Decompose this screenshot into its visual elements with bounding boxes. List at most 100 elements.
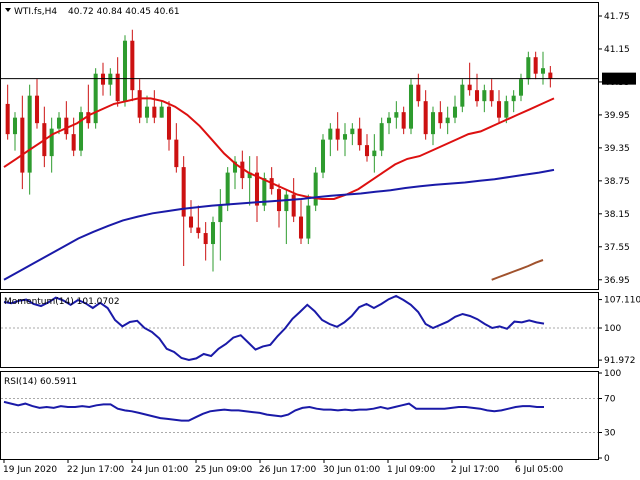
momentum-tick-label: 100 xyxy=(604,324,621,334)
candle-body xyxy=(423,101,428,135)
candle-body xyxy=(284,194,289,212)
candle-body xyxy=(100,73,106,85)
candle-body xyxy=(210,222,216,245)
price-tick-label: 38.75 xyxy=(604,177,630,187)
main-panel-frame xyxy=(0,2,599,290)
price-axis: 41.7541.1540.5539.9539.3538.7538.1537.55… xyxy=(598,12,630,286)
candle-body xyxy=(306,205,311,239)
candle-body xyxy=(372,150,377,157)
candle-body xyxy=(350,128,355,135)
time-tick-label: 19 Jun 2020 xyxy=(3,465,57,475)
candle-body xyxy=(152,106,157,118)
time-tick-label: 30 Jun 01:00 xyxy=(323,465,380,475)
candle-body xyxy=(342,134,348,140)
candle-body xyxy=(401,112,406,129)
candle-body xyxy=(526,57,531,80)
candle-body xyxy=(188,216,194,228)
candle-body xyxy=(34,95,40,124)
candle-body xyxy=(430,112,436,135)
time-tick-label: 2 Jul 17:00 xyxy=(451,465,500,475)
candle-body xyxy=(218,205,223,223)
rsi-tick-label: 70 xyxy=(604,395,616,405)
price-tick-label: 39.35 xyxy=(604,144,630,154)
price-tick-label: 41.15 xyxy=(604,45,630,55)
candle-body xyxy=(159,106,164,118)
candle-body xyxy=(20,117,25,173)
candle-body xyxy=(438,112,443,124)
candle-body xyxy=(328,128,333,140)
trading-chart: 41.7541.1540.5539.9539.3538.7538.1537.55… xyxy=(0,2,640,475)
candle-body xyxy=(203,233,208,245)
time-tick-label: 1 Jul 09:00 xyxy=(387,465,436,475)
candle-body xyxy=(320,139,326,173)
rsi-tick-label: 0 xyxy=(604,454,610,464)
candle-body xyxy=(386,117,392,124)
candle-body xyxy=(533,57,538,74)
candle-body xyxy=(122,40,128,102)
candle-body xyxy=(452,106,458,118)
momentum-tick-label: 91.972 xyxy=(604,356,636,366)
rsi-tick-label: 30 xyxy=(604,429,616,439)
time-tick-label: 26 Jun 17:00 xyxy=(259,465,316,475)
candle-body xyxy=(540,68,546,74)
momentum-tick-label: 107.1101 xyxy=(604,296,640,306)
candle-body xyxy=(27,95,32,173)
candle-body xyxy=(394,112,399,118)
candle-body xyxy=(108,73,113,85)
candle-body xyxy=(511,95,516,102)
candle-body xyxy=(313,172,318,206)
rsi-tick-label: 100 xyxy=(604,369,621,379)
candle-body xyxy=(482,90,487,102)
candle-body xyxy=(335,128,340,140)
price-tick-label: 36.95 xyxy=(604,276,630,286)
candle-body xyxy=(130,40,135,91)
symbol-label: WTI.fs,H4 xyxy=(14,7,57,17)
last-price-tag: 40.61 xyxy=(605,75,631,85)
candle-body xyxy=(298,216,304,239)
ohlc-label: 40.72 40.84 40.45 40.61 xyxy=(68,7,180,17)
candle-body xyxy=(56,117,62,129)
candle-body xyxy=(12,117,18,135)
candle-body xyxy=(445,117,450,124)
candle-body xyxy=(115,73,120,102)
candle-body xyxy=(78,112,84,151)
time-tick-label: 6 Jul 05:00 xyxy=(515,465,564,475)
candle-body xyxy=(196,227,201,234)
candle-body xyxy=(5,103,10,135)
candle-body xyxy=(64,117,69,135)
rsi-panel-frame xyxy=(0,371,599,460)
candle-body xyxy=(496,101,502,118)
candle-body xyxy=(364,145,370,157)
time-tick-label: 24 Jun 01:00 xyxy=(131,465,188,475)
candle-body xyxy=(93,73,98,124)
candle-body xyxy=(460,84,465,107)
momentum-label: Momentum(14) 101.0702 xyxy=(4,297,120,307)
rsi-axis: 100 70 30 0 xyxy=(598,369,621,464)
candle-body xyxy=(408,84,414,129)
price-tick-label: 38.15 xyxy=(604,210,630,220)
candle-body xyxy=(548,72,553,79)
price-tick-label: 37.55 xyxy=(604,243,630,253)
time-axis: 19 Jun 2020 22 Jun 17:00 24 Jun 01:00 25 Ju… xyxy=(3,459,564,475)
candle-body xyxy=(518,79,524,96)
candle-body xyxy=(166,106,172,140)
candle-body xyxy=(504,101,509,118)
candle-body xyxy=(144,106,150,118)
candle-body xyxy=(137,90,142,118)
candle-body xyxy=(467,84,472,91)
candle-body xyxy=(379,123,384,151)
momentum-axis: 107.1101 100 91.972 xyxy=(598,296,640,366)
candle-body xyxy=(474,90,480,102)
rsi-label: RSI(14) 60.5911 xyxy=(4,377,77,387)
candle-body xyxy=(71,134,76,151)
candle-body xyxy=(225,172,230,206)
candle-body xyxy=(49,128,54,157)
price-tick-label: 39.95 xyxy=(604,111,630,121)
time-tick-label: 25 Jun 09:00 xyxy=(195,465,252,475)
candle-body xyxy=(357,128,362,146)
price-tick-label: 41.75 xyxy=(604,12,630,22)
candle-body xyxy=(174,139,179,168)
candle-body xyxy=(489,90,494,102)
candle-body xyxy=(416,84,421,102)
candle-body xyxy=(291,194,296,217)
